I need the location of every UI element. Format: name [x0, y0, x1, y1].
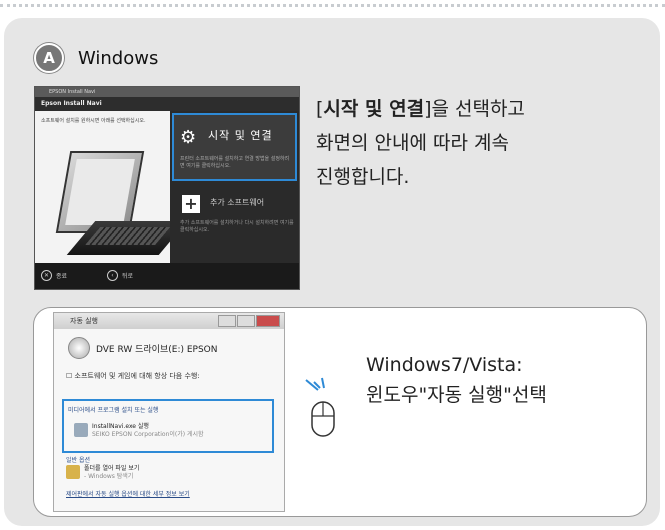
panel-title: Windows	[78, 47, 159, 69]
autoplay-box: 자동 실행 DVE RW 드라이브(E:) EPSON ☐ 소프트웨어 및 게임…	[33, 307, 647, 517]
gear-icon: ⚙	[180, 127, 197, 148]
open-folder-title: 폴더를 열어 파일 보기	[84, 465, 140, 472]
navi-left-text: 소프트웨어 설치를 원하시면 아래를 선택하십시오.	[41, 118, 146, 124]
start-connect-label: 시작 및 연결	[208, 129, 273, 142]
instruction-line1-suffix: ]을 선택하고	[424, 98, 525, 120]
install-navi-screenshot: EPSON Install Navi Epson Install Navi 소프…	[34, 86, 300, 290]
open-folder-text: 폴더를 열어 파일 보기 - Windows 탐색기	[84, 465, 139, 481]
drive-row: DVE RW 드라이브(E:) EPSON	[68, 337, 218, 359]
run-installnavi-item[interactable]: InstallNavi.exe 실행 SEIKO EPSON Corporati…	[74, 423, 204, 439]
top-dotted-divider	[0, 4, 665, 7]
autoplay-window-screenshot: 자동 실행 DVE RW 드라이브(E:) EPSON ☐ 소프트웨어 및 게임…	[53, 312, 285, 512]
run-installnavi-title: InstallNavi.exe 실행	[92, 423, 149, 430]
run-installnavi-highlight: 미디어에서 프로그램 설치 또는 실행 InstallNavi.exe 실행 S…	[62, 399, 274, 453]
instruction-bold: 시작 및 연결	[323, 98, 425, 120]
autoplay-options-link[interactable]: 제어판에서 자동 실행 옵션에 대한 세부 정보 보기	[66, 489, 190, 498]
maximize-icon[interactable]	[237, 315, 255, 327]
folder-icon	[66, 465, 80, 479]
instruction-line3: 진행합니다.	[316, 166, 410, 188]
instruction-line1: [시작 및 연결]을 선택하고	[316, 98, 525, 120]
mouse-click-icon	[305, 377, 335, 437]
back-button[interactable]: ‹ 뒤로	[107, 270, 133, 281]
drive-label: DVE RW 드라이브(E:) EPSON	[96, 344, 218, 355]
panel-header: A Windows	[34, 43, 158, 73]
close-icon: ✕	[41, 270, 52, 281]
plus-icon: +	[182, 195, 200, 213]
autoplay-instruction-line1: Windows7/Vista:	[366, 354, 523, 376]
back-label: 뒤로	[122, 273, 134, 280]
navi-window-titlebar: EPSON Install Navi	[35, 87, 299, 97]
always-do-checkbox[interactable]: ☐ 소프트웨어 및 게임에 대해 항상 다음 수행:	[66, 371, 200, 381]
window-controls	[218, 315, 280, 327]
exit-label: 종료	[56, 273, 68, 280]
dvd-drive-icon	[68, 337, 90, 359]
extra-software-label: 추가 소프트웨어	[210, 198, 265, 207]
section-install-run: 미디어에서 프로그램 설치 또는 실행	[68, 407, 159, 414]
run-installnavi-sub: SEIKO EPSON Corporation이(가) 게시함	[92, 431, 204, 438]
instruction-text: [시작 및 연결]을 선택하고 화면의 안내에 따라 계속 진행합니다.	[316, 92, 646, 194]
run-installnavi-text: InstallNavi.exe 실행 SEIKO EPSON Corporati…	[92, 423, 204, 439]
autoplay-title: 자동 실행	[70, 317, 98, 325]
start-connect-option[interactable]: ⚙ 시작 및 연결 프린터 소프트웨어를 설치하고 연결 방법을 설정하려면 여…	[172, 113, 297, 181]
open-folder-sub: - Windows 탐색기	[84, 473, 134, 480]
start-connect-desc: 프린터 소프트웨어를 설치하고 연결 방법을 설정하려면 여기를 클릭하십시오.	[180, 156, 290, 169]
autoplay-titlebar: 자동 실행	[54, 313, 284, 329]
section-general: 일반 옵션	[66, 457, 90, 464]
autoplay-instruction: Windows7/Vista: 윈도우"자동 실행"선택	[366, 350, 636, 410]
navi-app-title: Epson Install Navi	[35, 97, 299, 111]
close-window-icon[interactable]	[256, 315, 280, 327]
autoplay-instruction-line2: 윈도우"자동 실행"선택	[366, 384, 547, 406]
navi-left-pane: 소프트웨어 설치를 원하시면 아래를 선택하십시오.	[35, 111, 188, 263]
instruction-line2: 화면의 안내에 따라 계속	[316, 132, 509, 154]
installer-icon	[74, 423, 88, 437]
section-badge: A	[34, 43, 64, 73]
back-icon: ‹	[107, 270, 118, 281]
open-folder-item[interactable]: 폴더를 열어 파일 보기 - Windows 탐색기	[66, 465, 139, 481]
extra-software-desc: 추가 소프트웨어를 설치하거나 다시 설치하려면 여기를 클릭하십시오.	[180, 220, 294, 233]
navi-right-pane: ⚙ 시작 및 연결 프린터 소프트웨어를 설치하고 연결 방법을 설정하려면 여…	[170, 111, 299, 263]
checkbox-label: 소프트웨어 및 게임에 대해 항상 다음 수행:	[74, 372, 200, 380]
exit-button[interactable]: ✕ 종료	[41, 270, 67, 281]
navi-footer: ✕ 종료 ‹ 뒤로	[35, 263, 299, 289]
extra-software-option[interactable]: + 추가 소프트웨어 추가 소프트웨어를 설치하거나 다시 설치하려면 여기를 …	[176, 189, 294, 245]
minimize-icon[interactable]	[218, 315, 236, 327]
